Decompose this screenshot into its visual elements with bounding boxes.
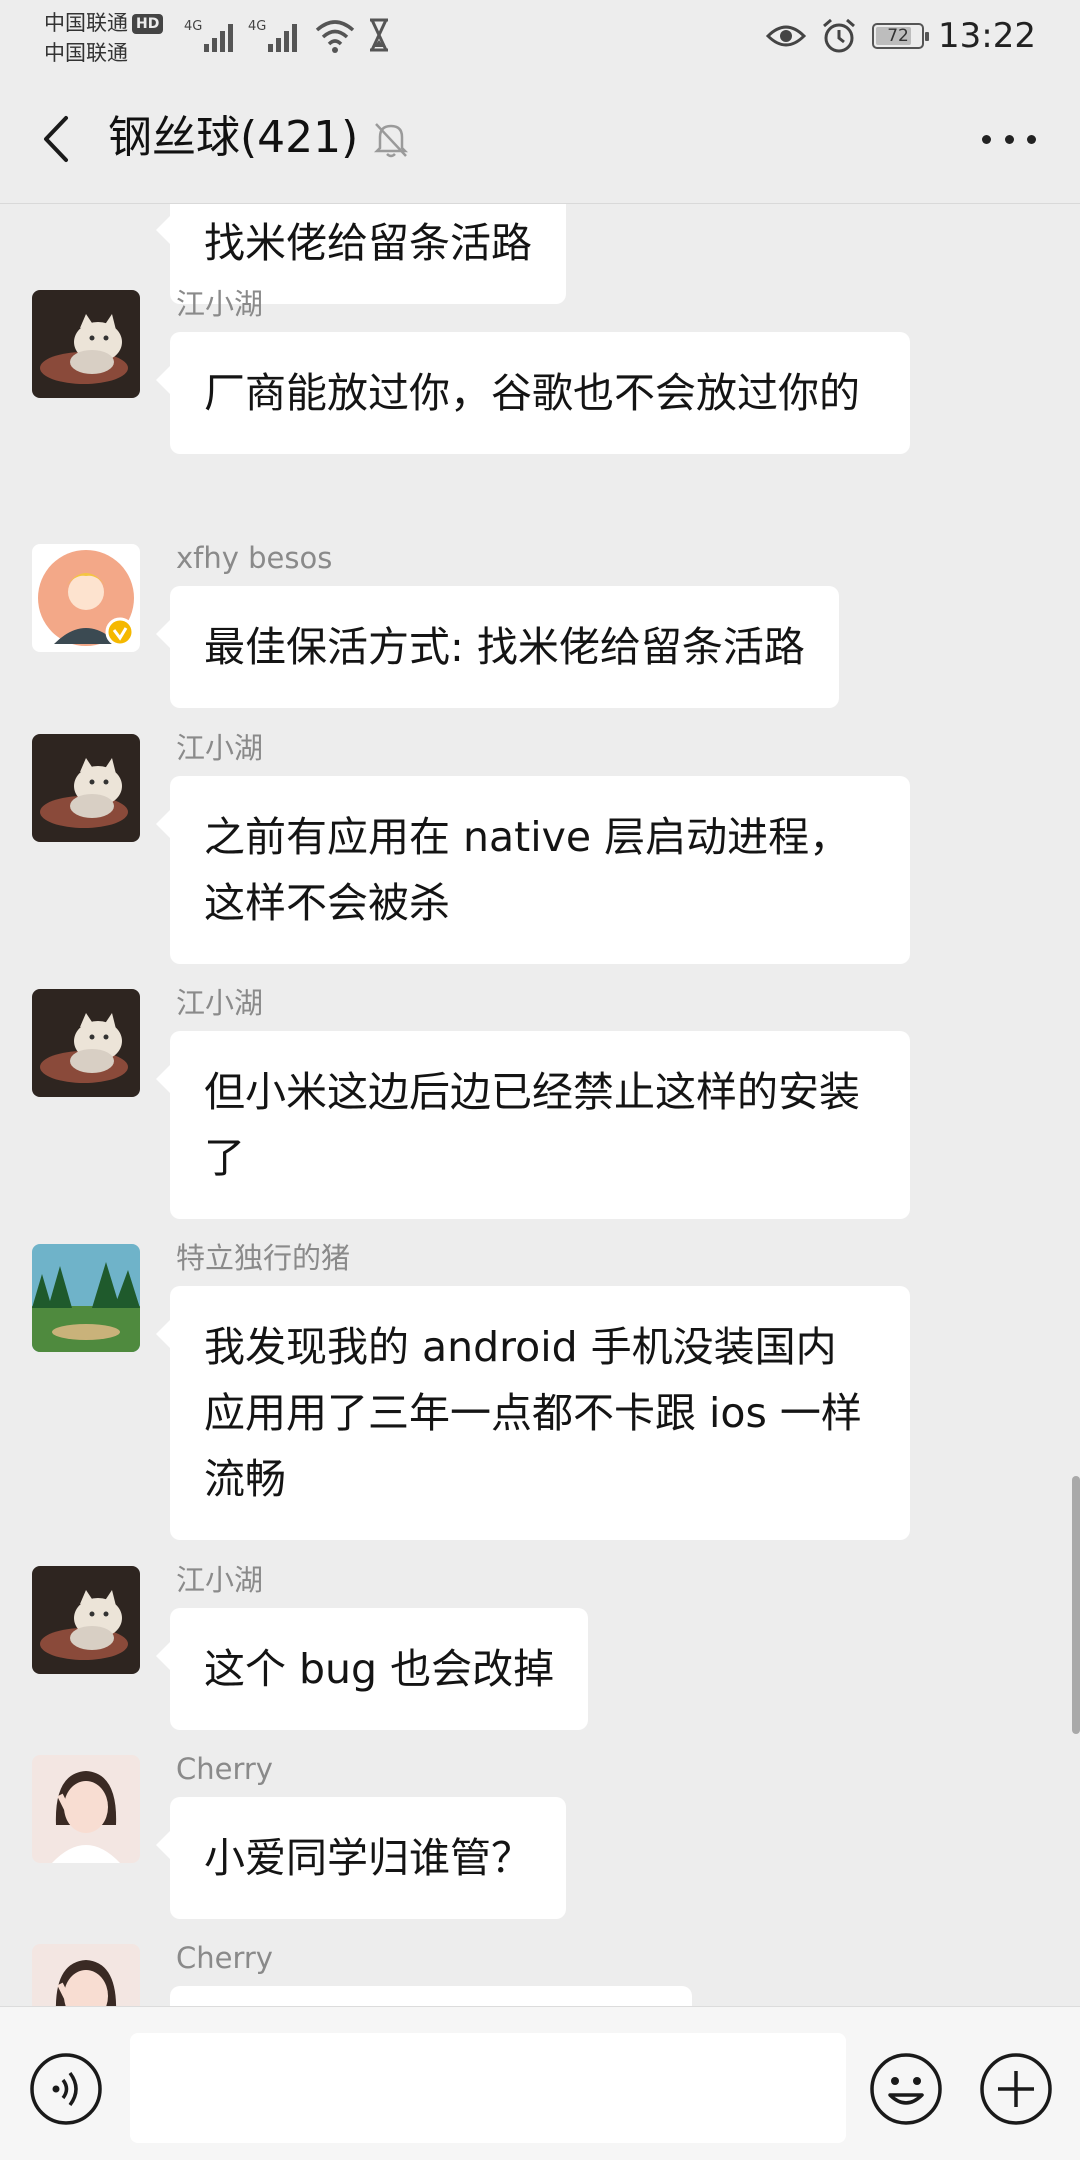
hourglass-icon [370,18,388,52]
add-more-icon[interactable] [978,2051,1054,2127]
message-text: 最佳保活方式: 找米佬给留条活路 [204,623,805,671]
cartoon-avatar[interactable] [32,544,140,652]
message-text: 小爱同学归谁管？ [204,1834,532,1882]
alarm-icon [823,18,855,53]
girl-photo [32,1944,140,2006]
carrier-info: 中国联通 HD 中国联通 [44,8,164,68]
status-bar: 中国联通 HD 中国联通 4G 4G 72 13:22 [0,0,1080,72]
cat-photo [32,989,140,1097]
carrier-2: 中国联通 [44,41,128,65]
sender-name: xfhy besos [176,541,333,575]
message-bubble[interactable]: 我发现我的 android 手机没装国内应用用了三年一点都不卡跟 ios 一样流… [156,1286,910,1540]
message-bubble[interactable] [170,1986,692,2006]
voice-input-icon[interactable] [28,2051,104,2127]
wifi-icon [315,20,355,53]
girl-photo [32,1755,140,1863]
landscape-avatar[interactable] [32,1244,140,1352]
cat-photo [32,734,140,842]
cat-avatar[interactable] [32,734,140,842]
input-bar [0,2006,1080,2160]
cat-photo [32,1566,140,1674]
back-arrow-icon[interactable] [36,114,76,164]
battery-level: 72 [887,26,909,46]
landscape-photo [32,1244,140,1352]
muted-bell-icon [373,123,409,158]
message-bubble[interactable]: 小爱同学归谁管？ [156,1797,566,1919]
emoji-icon[interactable] [868,2051,944,2127]
message-text: 我发现我的 android 手机没装国内应用用了三年一点都不卡跟 ios 一样流… [204,1323,862,1503]
sender-name: 江小湖 [176,287,264,321]
cat-avatar[interactable] [32,1566,140,1674]
sender-name: 江小湖 [176,1563,264,1597]
girl-avatar[interactable] [32,1944,140,2006]
message-text: 这个 bug 也会改掉 [204,1645,555,1693]
message-bubble[interactable]: 这个 bug 也会改掉 [155,1608,589,1730]
sender-name: 江小湖 [176,731,264,765]
chat-header: 钢丝球(421) [0,72,1080,204]
network-type-1: 4G [184,19,202,34]
scrollbar[interactable] [1072,1476,1080,1734]
carrier-1: 中国联通 [44,11,128,35]
cat-avatar[interactable] [32,290,140,398]
network-type-2: 4G [248,19,266,34]
girl-avatar[interactable] [32,1755,140,1863]
message-input[interactable] [130,2033,846,2143]
signal-icon-2: 4G [248,19,297,52]
message-text: 但小米这边后边已经禁止这样的安装了 [204,1068,860,1182]
sender-name: Cherry [176,1752,273,1786]
message-text: 之前有应用在 native 层启动进程，这样不会被杀 [204,813,851,927]
clock: 13:22 [938,16,1036,56]
hd-badge: HD [132,14,164,34]
cat-avatar[interactable] [32,989,140,1097]
message-bubble[interactable]: 之前有应用在 native 层启动进程，这样不会被杀 [156,776,910,964]
message-list[interactable]: 找米佬给留条活路 江小湖 厂商能放过你，谷歌也不会放过你的 xfhy besos… [0,204,1080,2006]
message-bubble[interactable]: 最佳保活方式: 找米佬给留条活路 [156,586,839,708]
battery-icon: 72 [872,23,930,49]
message-text: 找米佬给留条活路 [204,219,532,267]
message-text: 厂商能放过你，谷歌也不会放过你的 [204,369,860,417]
message-bubble[interactable]: 厂商能放过你，谷歌也不会放过你的 [156,332,910,454]
cat-photo [32,290,140,398]
signal-icon: 4G [184,19,233,52]
more-options-button[interactable] [982,124,1036,154]
cartoon-person-icon [38,550,135,647]
message-bubble[interactable]: 但小米这边后边已经禁止这样的安装了 [156,1031,910,1219]
sender-name: 特立独行的猪 [176,1241,351,1275]
sender-name: Cherry [176,1941,273,1975]
sender-name: 江小湖 [176,986,264,1020]
eye-icon [766,25,807,47]
chat-title[interactable]: 钢丝球(421) [108,106,358,170]
